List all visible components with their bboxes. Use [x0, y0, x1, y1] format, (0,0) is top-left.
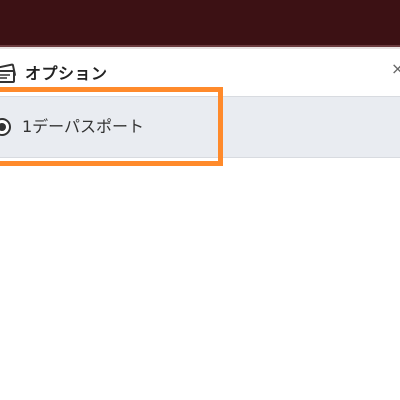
ticket-icon [0, 63, 18, 85]
top-bar [0, 0, 400, 47]
close-icon[interactable]: × [391, 61, 400, 77]
top-bar-divider [0, 47, 400, 49]
panel-title: オプション [25, 64, 108, 83]
option-label: 1デーパスポート [22, 117, 145, 136]
